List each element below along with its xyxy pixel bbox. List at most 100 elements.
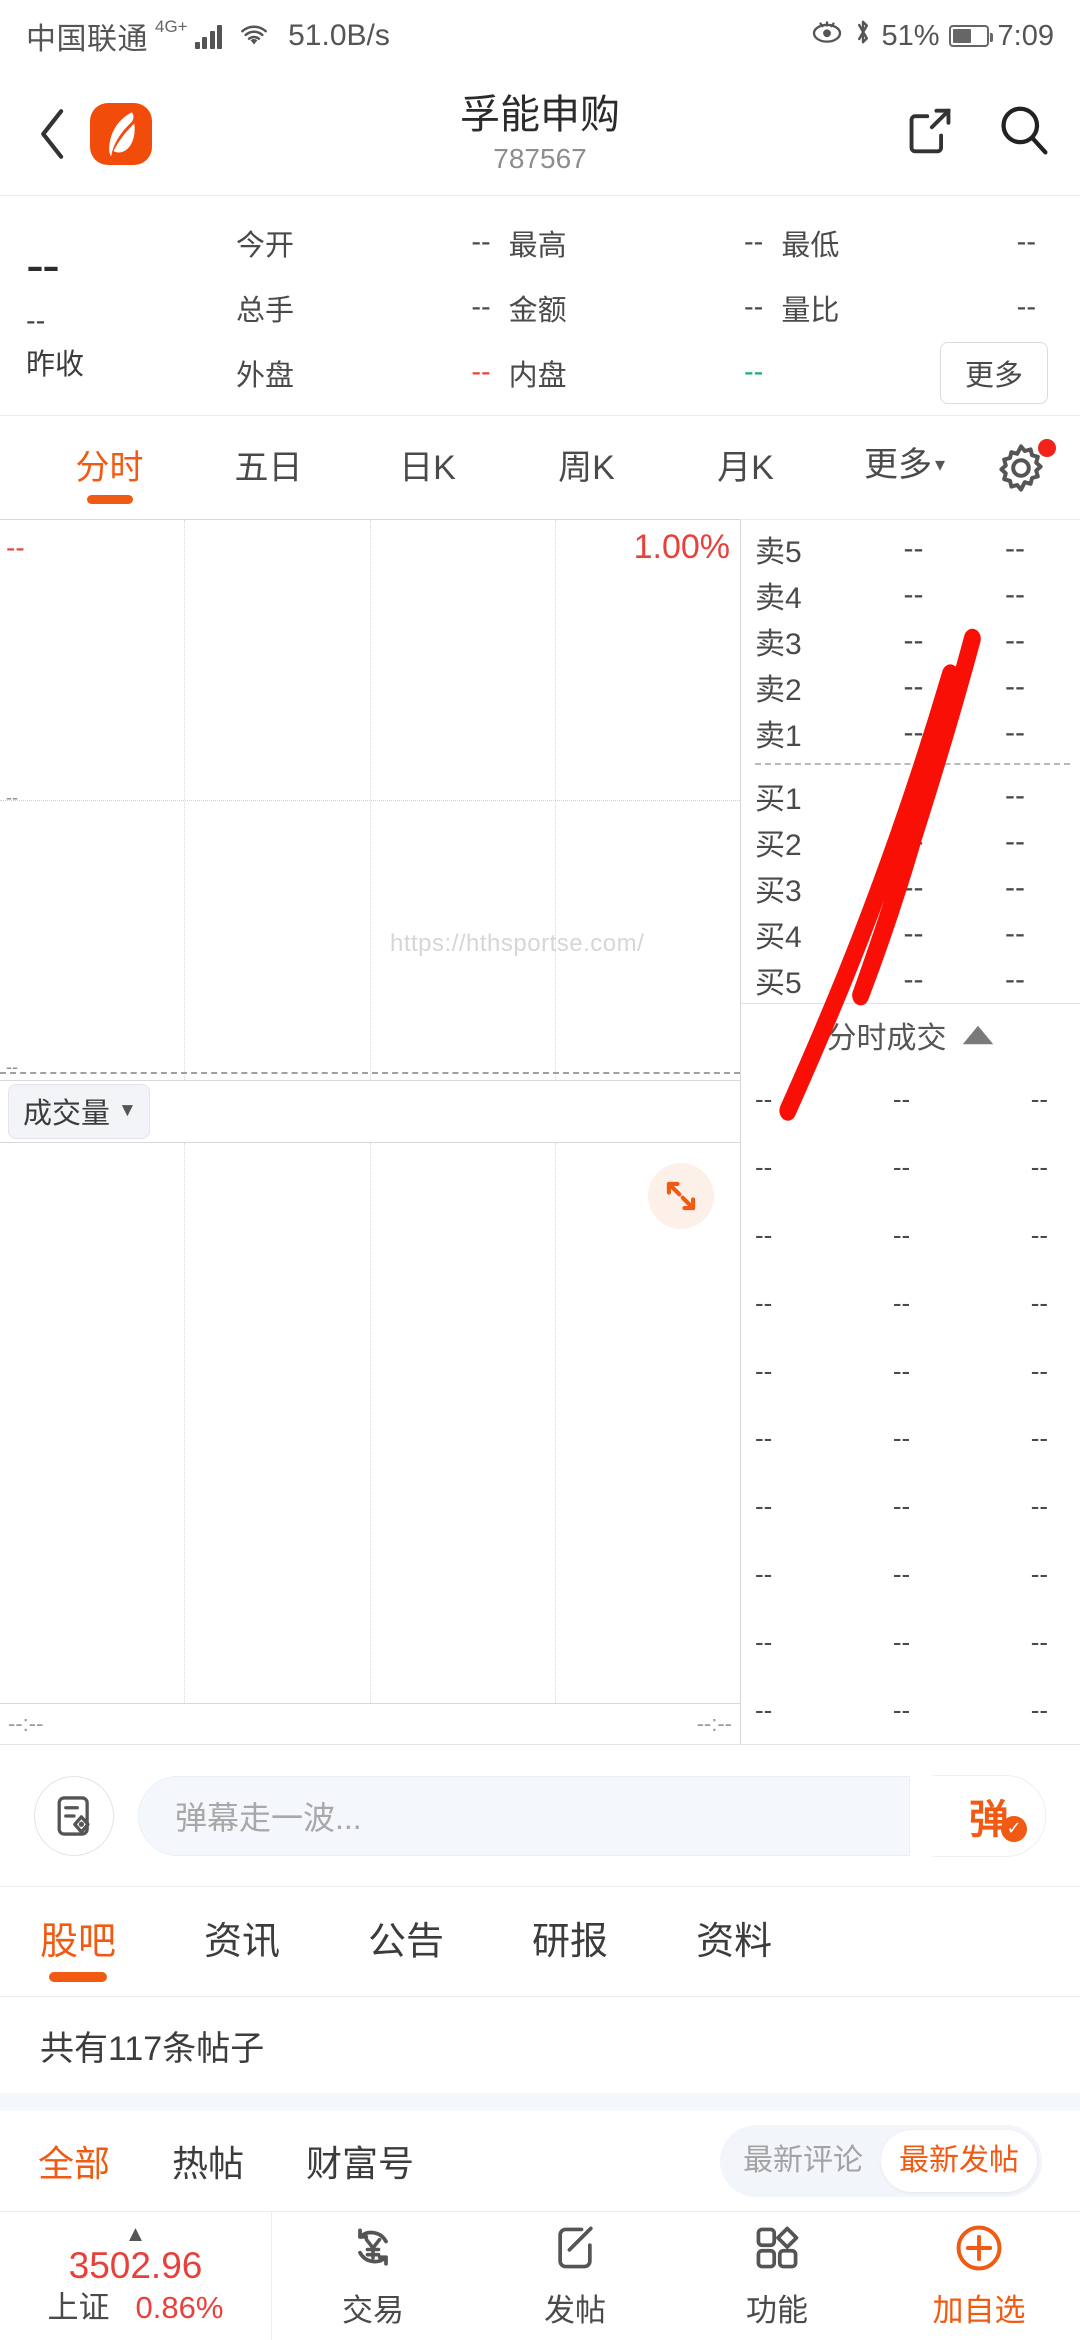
quote-field-value: -- bbox=[471, 291, 491, 323]
section-divider bbox=[0, 2093, 1080, 2111]
fullscreen-expand-icon[interactable] bbox=[648, 1163, 714, 1229]
tab-gonggao[interactable]: 公告 bbox=[368, 1916, 444, 1968]
signal-icon bbox=[194, 23, 223, 49]
filter-caifuhao[interactable]: 财富号 bbox=[306, 2135, 414, 2187]
watermark-text: https://hthsportse.com/ bbox=[390, 930, 645, 957]
quote-field-value: -- bbox=[744, 226, 764, 258]
trade-time: -- bbox=[755, 1558, 773, 1589]
nav-label: 交易 bbox=[342, 2293, 404, 2328]
order-book-label: 买5 bbox=[755, 967, 802, 1000]
chart-tab-more[interactable]: 更多 ▾ bbox=[825, 441, 984, 494]
order-book-label: 卖2 bbox=[755, 674, 802, 707]
trade-row: -- -- -- bbox=[741, 1337, 1080, 1405]
order-book-volume: -- bbox=[1005, 779, 1025, 812]
order-book-row[interactable]: 卖4 -- -- bbox=[741, 572, 1080, 618]
sort-latest-comment[interactable]: 最新评论 bbox=[725, 2130, 881, 2192]
chart-bottom-left-value: -- bbox=[6, 1057, 18, 1077]
order-book-row[interactable]: 买4 -- -- bbox=[741, 911, 1080, 957]
order-book-label: 卖1 bbox=[755, 720, 802, 753]
tab-ziliao[interactable]: 资料 bbox=[696, 1916, 772, 1968]
trade-row: -- -- -- bbox=[741, 1541, 1080, 1609]
quote-fields-grid: 今开 -- 最高 -- 最低 -- 总手 -- 金额 -- 量比 -- 外盘 -- 内盘 -- … bbox=[236, 210, 1054, 405]
trades-header[interactable]: 分时成交 bbox=[741, 1003, 1080, 1066]
volume-chart-panel[interactable] bbox=[0, 1143, 740, 1704]
tab-zixun[interactable]: 资讯 bbox=[204, 1916, 280, 1968]
tab-yanbao[interactable]: 研报 bbox=[532, 1916, 608, 1968]
tab-guba[interactable]: 股吧 bbox=[40, 1916, 116, 1968]
chart-tab-fenshi[interactable]: 分时 bbox=[30, 444, 189, 492]
quote-more-button[interactable]: 更多 bbox=[939, 341, 1048, 404]
chart-top-left-value: -- bbox=[6, 532, 25, 563]
order-book-label: 买4 bbox=[755, 921, 802, 954]
trade-price: -- bbox=[892, 1423, 911, 1454]
order-book-label: 买3 bbox=[755, 875, 802, 908]
check-circle-icon: ✓ bbox=[1001, 1815, 1027, 1842]
quote-field: 总手 -- bbox=[236, 287, 509, 329]
danmaku-send-button[interactable]: 弹 ✓ bbox=[933, 1774, 1046, 1857]
order-book-volume: -- bbox=[1005, 624, 1025, 657]
order-book-row[interactable]: 买2 -- -- bbox=[741, 819, 1080, 865]
trade-time: -- bbox=[755, 1219, 773, 1250]
quote-panel: -- -- 昨收 今开 -- 最高 -- 最低 -- 总手 -- 金额 -- 量比 -- 外… bbox=[0, 196, 1080, 416]
order-book-price: -- bbox=[903, 716, 924, 749]
search-icon[interactable] bbox=[998, 104, 1050, 163]
order-book-row[interactable]: 卖1 -- -- bbox=[741, 710, 1080, 756]
order-book-row[interactable]: 买5 -- -- bbox=[741, 957, 1080, 1003]
order-book-row[interactable]: 买1 -- -- bbox=[741, 773, 1080, 819]
quote-field: 金额 -- bbox=[509, 287, 782, 329]
note-pin-icon[interactable] bbox=[34, 1775, 114, 1856]
quote-field: 量比 -- bbox=[781, 287, 1054, 329]
nav-item-add-watchlist[interactable]: 加自选 bbox=[878, 2212, 1080, 2340]
share-icon[interactable] bbox=[906, 105, 954, 162]
back-button[interactable] bbox=[30, 104, 76, 164]
nav-item-functions[interactable]: 功能 bbox=[676, 2212, 878, 2340]
market-index-widget[interactable]: ▲ 3502.96 上证 0.86% bbox=[0, 2212, 272, 2340]
trade-volume: -- bbox=[1030, 1491, 1049, 1522]
volume-indicator-label: 成交量 bbox=[23, 1098, 111, 1130]
status-bar-left: 中国联通 4G+ 51.0B/s bbox=[26, 14, 390, 58]
trade-volume: -- bbox=[1030, 1355, 1049, 1386]
price-chart-panel[interactable]: -- 1.00% -- -- https://hthsportse.com/ bbox=[0, 519, 740, 1081]
content-tab-bar: 股吧 资讯 公告 研报 资料 bbox=[0, 1887, 1080, 1997]
quote-field-label: 金额 bbox=[508, 294, 567, 327]
order-book-divider bbox=[755, 763, 1070, 765]
chart-tab-zhouk[interactable]: 周K bbox=[507, 444, 666, 492]
trade-time: -- bbox=[755, 1423, 773, 1454]
order-book-row[interactable]: 卖3 -- -- bbox=[741, 618, 1080, 664]
order-book-row[interactable]: 卖2 -- -- bbox=[741, 664, 1080, 710]
nav-item-post[interactable]: 发帖 bbox=[474, 2212, 676, 2340]
filter-all[interactable]: 全部 bbox=[38, 2135, 110, 2187]
order-book-price: -- bbox=[903, 578, 924, 611]
quote-field-value: -- bbox=[471, 226, 491, 258]
chart-tab-wuri[interactable]: 五日 bbox=[189, 444, 348, 492]
nav-actions bbox=[906, 104, 1050, 163]
nav-item-trade[interactable]: 交易 bbox=[272, 2212, 474, 2340]
order-book-row[interactable]: 卖5 -- -- bbox=[741, 526, 1080, 572]
order-book-price: -- bbox=[903, 871, 924, 904]
chart-tab-rik[interactable]: 日K bbox=[348, 444, 507, 492]
quote-field: 今开 -- bbox=[236, 222, 509, 264]
index-name: 上证 bbox=[47, 2290, 110, 2325]
quote-field: 最低 -- bbox=[781, 222, 1054, 264]
filter-hot[interactable]: 热帖 bbox=[172, 2135, 244, 2187]
trade-time: -- bbox=[755, 1626, 773, 1657]
chart-tab-yuek[interactable]: 月K bbox=[666, 444, 825, 492]
quote-field-label: 总手 bbox=[236, 294, 295, 327]
quote-field-label: 内盘 bbox=[508, 359, 567, 392]
app-logo[interactable] bbox=[90, 102, 152, 165]
chart-settings-button[interactable] bbox=[984, 438, 1058, 494]
order-book-volume: -- bbox=[1005, 716, 1025, 749]
trade-volume: -- bbox=[1030, 1152, 1049, 1183]
order-book-panel: 卖5 -- -- 卖4 -- -- 卖3 -- -- 卖2 -- -- 卖1 -- -- 买1 -- -… bbox=[741, 520, 1080, 1744]
danmaku-input[interactable]: 弹幕走一波... bbox=[138, 1775, 910, 1856]
order-book-price: -- bbox=[903, 670, 924, 703]
clock-label: 7:09 bbox=[997, 19, 1054, 52]
sort-latest-post[interactable]: 最新发帖 bbox=[881, 2130, 1037, 2192]
order-book-row[interactable]: 买3 -- -- bbox=[741, 865, 1080, 911]
index-subrow: 上证 0.86% bbox=[48, 2288, 224, 2328]
volume-indicator-selector[interactable]: 成交量 ▼ bbox=[8, 1084, 150, 1139]
nav-label: 发帖 bbox=[544, 2293, 606, 2328]
order-book-label: 卖4 bbox=[755, 582, 802, 615]
trade-price: -- bbox=[892, 1287, 911, 1318]
trade-price: -- bbox=[892, 1626, 911, 1657]
